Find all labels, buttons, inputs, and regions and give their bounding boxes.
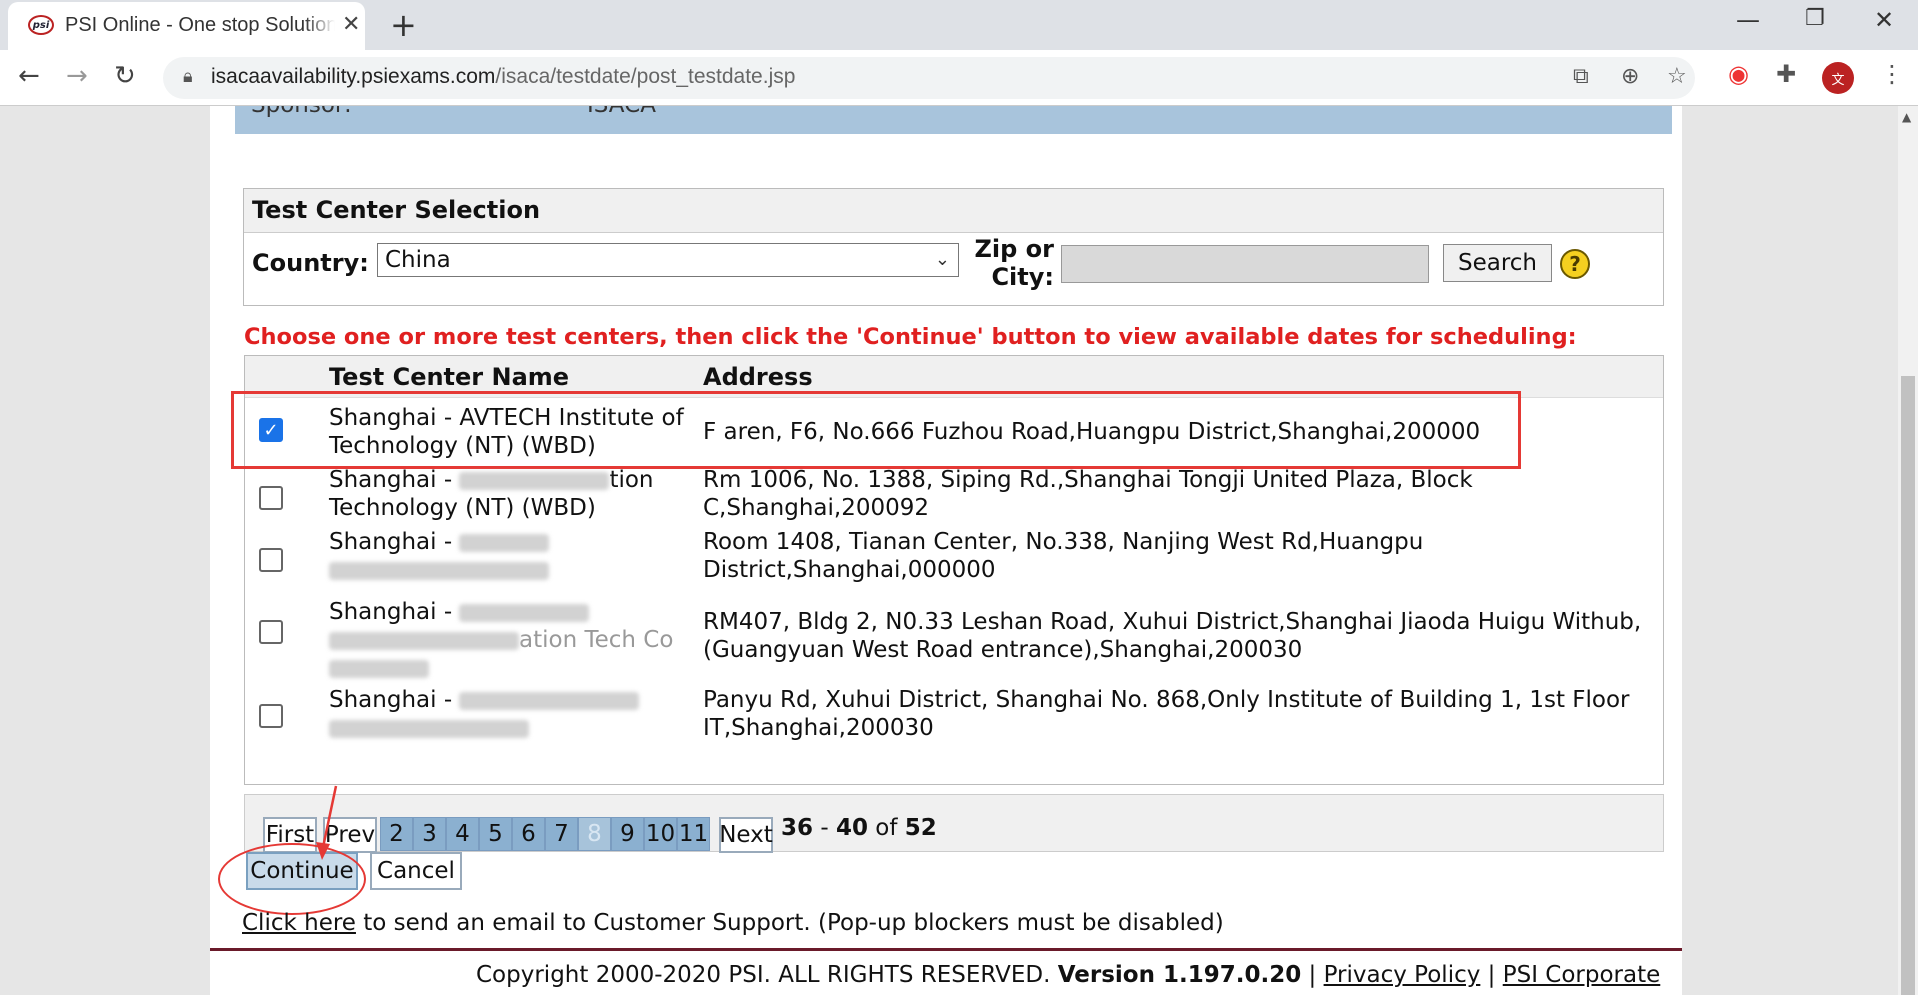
test-center-address: Rm 1006, No. 1388, Siping Rd.,Shanghai T… xyxy=(703,467,1473,521)
chevron-down-icon: ⌄ xyxy=(934,249,950,270)
psi-corporate-link[interactable]: PSI Corporate xyxy=(1503,962,1661,988)
version-text: Version 1.197.0.20 xyxy=(1057,962,1302,988)
support-link[interactable]: Click here xyxy=(242,910,356,936)
window-close-icon[interactable]: ✕ xyxy=(1874,6,1894,34)
test-center-name: Shanghai - tion Technology (NT) (WBD) xyxy=(329,467,654,521)
test-center-title: Test Center Selection xyxy=(252,196,541,224)
tab-title: PSI Online - One stop Solution xyxy=(65,14,335,37)
next-page-button[interactable]: Next xyxy=(719,817,773,853)
row-checkbox-checked[interactable]: ✓ xyxy=(259,418,283,442)
page-link[interactable]: 6 xyxy=(512,817,545,851)
forward-icon[interactable]: → xyxy=(66,61,88,91)
sponsor-bar: Sponsor: ISACA xyxy=(235,106,1672,134)
table-row[interactable]: ✓ Shanghai - AVTECH Institute of Technol… xyxy=(245,398,1663,468)
test-center-name: Shanghai - xyxy=(329,686,699,742)
profile-avatar[interactable]: 文 xyxy=(1822,62,1854,94)
page-link[interactable]: 2 xyxy=(380,817,413,851)
table-row[interactable]: Shanghai - tion Technology (NT) (WBD) Rm… xyxy=(245,467,1663,530)
extensions-puzzle-icon[interactable]: ✚ xyxy=(1776,60,1796,88)
sponsor-label: Sponsor: xyxy=(251,106,352,118)
table-row[interactable]: Shanghai - Panyu Rd, Xuhui District, Sha… xyxy=(245,680,1663,752)
test-center-name: Shanghai - AVTECH Institute of Technolog… xyxy=(329,405,684,459)
test-center-address: Panyu Rd, Xuhui District, Shanghai No. 8… xyxy=(703,687,1630,741)
test-center-address: F aren, F6, No.666 Fuzhou Road,Huangpu D… xyxy=(703,419,1481,445)
redacted-text xyxy=(329,631,519,650)
row-checkbox[interactable] xyxy=(259,548,283,572)
page-range: 36 - 40 of 52 xyxy=(781,815,937,841)
new-tab-icon[interactable]: + xyxy=(390,6,417,44)
annotation-arrow-icon xyxy=(316,785,338,860)
restore-icon[interactable]: ❐ xyxy=(1805,6,1825,31)
close-tab-icon[interactable]: ✕ xyxy=(342,12,360,37)
page-content: Sponsor: ISACA Test Center Selection Cou… xyxy=(210,106,1682,995)
column-header-name: Test Center Name xyxy=(329,363,570,391)
reload-icon[interactable]: ↻ xyxy=(114,61,136,91)
test-center-address: RM407, Bldg 2, N0.33 Leshan Road, Xuhui … xyxy=(703,609,1642,663)
redacted-text xyxy=(459,603,590,622)
sponsor-value: ISACA xyxy=(587,106,656,118)
redacted-text xyxy=(459,533,550,552)
test-center-name: Shanghai - xyxy=(329,528,699,584)
page-link[interactable]: 10 xyxy=(644,817,677,851)
test-center-results: Test Center Name Address ✓ Shanghai - AV… xyxy=(231,355,1664,785)
back-icon[interactable]: ← xyxy=(18,61,40,91)
lock-icon: 🔒︎ xyxy=(183,66,193,87)
tab-strip: psi PSI Online - One stop Solution ✕ + —… xyxy=(0,0,1918,50)
country-label: Country: xyxy=(252,249,369,277)
footer: Copyright 2000-2020 PSI. ALL RIGHTS RESE… xyxy=(476,962,1661,988)
row-checkbox[interactable] xyxy=(259,486,283,510)
search-button[interactable]: Search xyxy=(1443,244,1552,282)
page-link[interactable]: 7 xyxy=(545,817,578,851)
redacted-text xyxy=(329,561,549,580)
country-select[interactable]: China ⌄ xyxy=(377,243,959,277)
page-link[interactable]: 4 xyxy=(446,817,479,851)
page-scrollbar[interactable]: ▲ xyxy=(1898,106,1918,995)
help-icon[interactable]: ? xyxy=(1560,249,1590,279)
copyright-text: Copyright 2000-2020 PSI. ALL RIGHTS RESE… xyxy=(476,962,1051,988)
table-row[interactable]: Shanghai - Room 1408, Tianan Center, No.… xyxy=(245,528,1663,592)
zoom-icon[interactable]: ⊕ xyxy=(1621,64,1639,89)
browser-toolbar: ← → ↻ 🔒︎ isacaavailability.psiexams.com/… xyxy=(0,50,1918,106)
page-link[interactable]: 5 xyxy=(479,817,512,851)
redacted-text xyxy=(329,719,529,738)
instructions-text: Choose one or more test centers, then cl… xyxy=(244,324,1577,350)
test-center-panel: Test Center Selection Country: China ⌄ Z… xyxy=(243,188,1664,306)
cancel-button[interactable]: Cancel xyxy=(370,852,462,890)
support-line: Click here to send an email to Customer … xyxy=(242,910,1224,936)
redacted-text xyxy=(459,691,640,710)
translate-icon[interactable]: ⧉ xyxy=(1573,64,1589,89)
support-text: to send an email to Customer Support. (P… xyxy=(355,910,1224,936)
table-row[interactable]: Shanghai - ation Tech Co RM407, Bldg 2, … xyxy=(245,592,1663,680)
test-center-name: Shanghai - ation Tech Co xyxy=(329,598,699,682)
pagination-bar: First Prev 2 3 4 5 6 7 8 9 10 11 Next 36… xyxy=(244,794,1664,853)
bookmark-star-icon[interactable]: ☆ xyxy=(1667,64,1687,89)
scroll-thumb[interactable] xyxy=(1901,376,1915,995)
url-text[interactable]: isacaavailability.psiexams.com/isaca/tes… xyxy=(211,65,795,89)
zip-city-input[interactable] xyxy=(1061,245,1429,283)
page-gutter-left xyxy=(0,106,210,995)
menu-kebab-icon[interactable]: ⋮ xyxy=(1880,60,1904,88)
page-link[interactable]: 9 xyxy=(611,817,644,851)
footer-divider xyxy=(210,948,1682,951)
zip-city-label: Zip or City: xyxy=(974,235,1055,291)
redacted-text xyxy=(329,659,429,678)
column-header-address: Address xyxy=(703,363,813,391)
row-checkbox[interactable] xyxy=(259,704,283,728)
chrome-extension-icon[interactable]: ◉ xyxy=(1728,60,1749,88)
privacy-policy-link[interactable]: Privacy Policy xyxy=(1324,962,1481,988)
country-select-value: China xyxy=(385,247,451,273)
page-link-current: 8 xyxy=(578,817,611,851)
address-bar[interactable]: 🔒︎ isacaavailability.psiexams.com/isaca/… xyxy=(163,57,1695,99)
page-link[interactable]: 3 xyxy=(413,817,446,851)
browser-tab[interactable]: psi PSI Online - One stop Solution ✕ xyxy=(8,2,365,50)
redacted-text xyxy=(459,471,610,490)
minimize-icon[interactable]: — xyxy=(1736,6,1760,34)
test-center-header: Test Center Selection xyxy=(244,189,1663,233)
row-checkbox[interactable] xyxy=(259,620,283,644)
page-link[interactable]: 11 xyxy=(677,817,710,851)
page-gutter-right xyxy=(1682,106,1898,995)
psi-favicon-icon: psi xyxy=(28,15,54,35)
scroll-up-icon[interactable]: ▲ xyxy=(1902,110,1911,124)
test-center-address: Room 1408, Tianan Center, No.338, Nanjin… xyxy=(703,529,1424,583)
